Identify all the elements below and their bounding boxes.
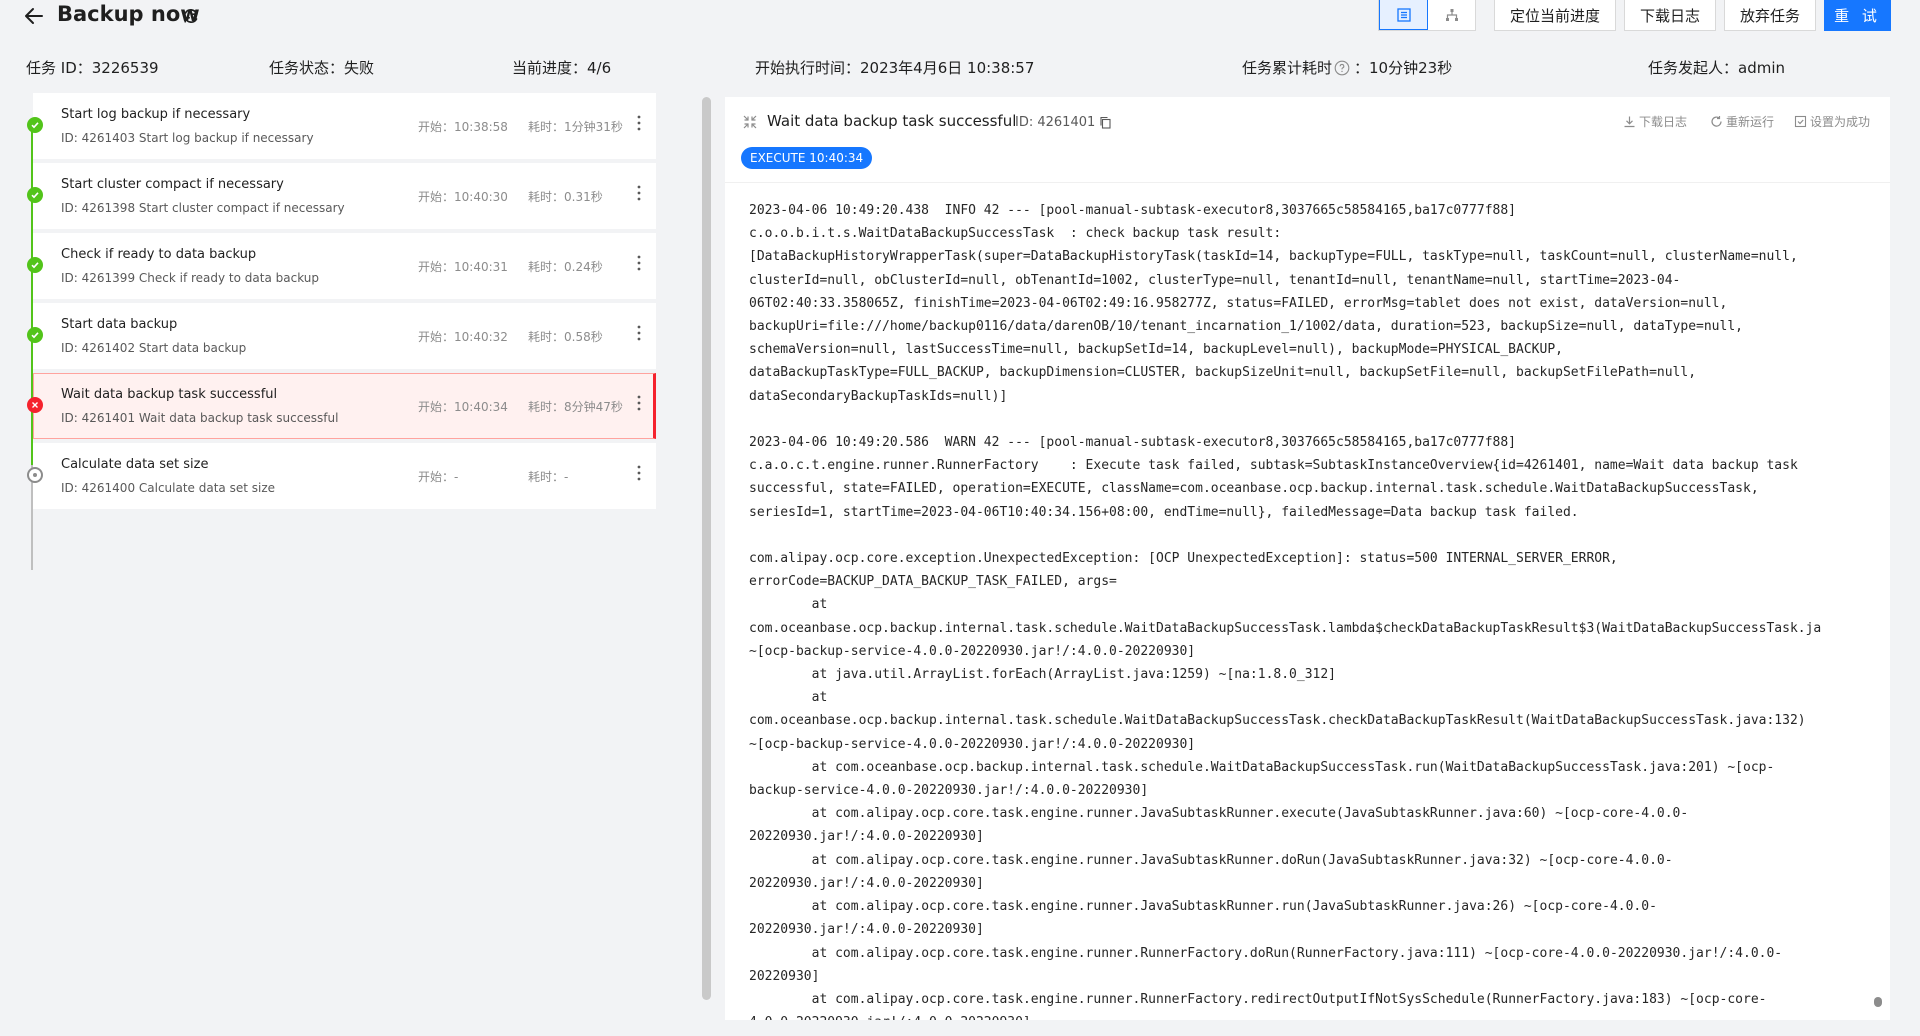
subtask-id: ID: 4261403 Start log backup if necessar… (61, 131, 314, 145)
tree-view-button[interactable] (1428, 0, 1475, 30)
detail-download-log-button[interactable]: 下载日志 (1623, 113, 1687, 130)
subtask-name: Start cluster compact if necessary (61, 177, 284, 192)
error-close-icon (27, 397, 43, 413)
subtask-start: 开始：10:38:58 (418, 120, 508, 134)
pending-circle-icon (27, 467, 43, 483)
question-circle-icon[interactable] (1334, 60, 1350, 76)
detail-title: Wait data backup task successful (767, 112, 1017, 130)
panel-splitter[interactable] (699, 97, 713, 1020)
more-vertical-icon[interactable] (631, 251, 647, 275)
subtask-item[interactable]: Start log backup if necessary ID: 426140… (27, 93, 656, 159)
subtask-name: Start data backup (61, 317, 178, 332)
set-success-label: 设置为成功 (1810, 115, 1871, 129)
success-check-icon (27, 187, 43, 203)
more-vertical-icon[interactable] (631, 391, 647, 415)
subtask-name: Start log backup if necessary (61, 107, 251, 122)
subtask-name: Calculate data set size (61, 457, 209, 472)
subtask-duration: 耗时：0.31秒 (528, 190, 603, 204)
subtask-item[interactable]: Start cluster compact if necessary ID: 4… (27, 163, 656, 229)
more-vertical-icon[interactable] (631, 181, 647, 205)
arrow-left-icon[interactable] (22, 4, 46, 28)
subtask-duration: 耗时：0.24秒 (528, 260, 603, 274)
tree-view-icon (1445, 9, 1458, 21)
detail-header: Wait data backup task successful ID: 426… (725, 97, 1890, 182)
list-view-button[interactable] (1379, 0, 1428, 30)
execute-status-badge: EXECUTE 10:40:34 (741, 147, 873, 169)
subtask-id: ID: 4261401 Wait data backup task succes… (61, 411, 339, 425)
copy-icon[interactable] (1099, 116, 1112, 129)
rerun-icon (1711, 116, 1722, 127)
task-progress-info: 当前进度：4/6 (512, 59, 612, 77)
check-square-icon (1794, 115, 1807, 128)
locate-progress-button[interactable]: 定位当前进度 (1494, 0, 1616, 31)
subtask-start: 开始：10:40:31 (418, 260, 508, 274)
collapse-icon[interactable] (742, 114, 758, 130)
subtask-start: 开始：10:40:30 (418, 190, 508, 204)
detail-download-label: 下载日志 (1639, 115, 1688, 129)
subtask-id: ID: 4261402 Start data backup (61, 341, 247, 355)
subtask-start: 开始：10:40:34 (418, 400, 508, 414)
page-title: Backup now (57, 2, 200, 26)
subtask-duration: 耗时：0.58秒 (528, 330, 603, 344)
task-id-info: 任务 ID：3226539 (26, 59, 159, 77)
detail-id-text: ID: 4261401 (1015, 115, 1096, 130)
more-vertical-icon[interactable] (631, 321, 647, 345)
subtask-item[interactable]: Calculate data set size ID: 4261400 Calc… (27, 443, 656, 509)
set-success-button[interactable]: 设置为成功 (1794, 113, 1870, 130)
subtask-item[interactable]: Start data backup ID: 4261402 Start data… (27, 303, 656, 369)
log-viewer[interactable]: 2023-04-06 10:49:20.438 INFO 42 --- [poo… (725, 182, 1890, 1020)
elapsed-value: ：10分钟23秒 (1354, 59, 1453, 77)
list-scrollbar-thumb[interactable] (702, 97, 711, 1000)
elapsed-label: 任务累计耗时 (1242, 59, 1333, 77)
log-scrollbar[interactable] (1873, 195, 1883, 1020)
success-check-icon (27, 117, 43, 133)
log-scrollbar-thumb[interactable] (1874, 997, 1882, 1007)
subtask-detail-panel: Wait data backup task successful ID: 426… (725, 97, 1890, 1020)
log-content: 2023-04-06 10:49:20.438 INFO 42 --- [poo… (749, 203, 1822, 1020)
task-info-bar: 任务 ID：3226539 任务状态：失败 当前进度：4/6 开始执行时间：20… (0, 53, 1920, 81)
task-status-info: 任务状态：失败 (269, 59, 375, 77)
more-vertical-icon[interactable] (631, 111, 647, 135)
rerun-button[interactable]: 重新运行 (1710, 113, 1774, 130)
subtask-name: Check if ready to data backup (61, 247, 257, 262)
task-start-time-info: 开始执行时间：2023年4月6日 10:38:57 (755, 59, 1035, 77)
subtask-id: ID: 4261398 Start cluster compact if nec… (61, 201, 345, 215)
subtask-start: 开始：10:40:32 (418, 330, 508, 344)
subtask-start: 开始：- (418, 470, 459, 484)
subtask-item-selected[interactable]: Wait data backup task successful ID: 426… (27, 373, 656, 439)
view-toggle (1378, 0, 1476, 31)
rerun-label: 重新运行 (1726, 115, 1775, 129)
download-log-button[interactable]: 下载日志 (1624, 0, 1716, 31)
subtask-id: ID: 4261400 Calculate data set size (61, 481, 276, 495)
subtask-item[interactable]: Check if ready to data backup ID: 426139… (27, 233, 656, 299)
subtask-duration: 耗时：- (528, 470, 569, 484)
detail-id: ID: 4261401 (1015, 115, 1112, 130)
task-initiator-info: 任务发起人：admin (1648, 59, 1786, 77)
subtask-id: ID: 4261399 Check if ready to data backu… (61, 271, 320, 285)
subtask-duration: 耗时：1分钟31秒 (528, 120, 623, 134)
refresh-icon[interactable] (182, 7, 200, 25)
success-check-icon (27, 257, 43, 273)
subtask-duration: 耗时：8分钟47秒 (528, 400, 623, 414)
success-check-icon (27, 327, 43, 343)
abandon-task-button[interactable]: 放弃任务 (1724, 0, 1816, 31)
more-vertical-icon[interactable] (631, 461, 647, 485)
retry-button[interactable]: 重 试 (1824, 0, 1891, 31)
page-header: Backup now 定位当前进度 下载日志 放弃任务 重 试 (0, 0, 1920, 40)
subtask-name: Wait data backup task successful (61, 387, 278, 402)
task-elapsed-info: 任务累计耗时 ：10分钟23秒 (1242, 57, 1452, 78)
list-view-icon (1396, 7, 1411, 22)
download-icon (1624, 116, 1635, 128)
